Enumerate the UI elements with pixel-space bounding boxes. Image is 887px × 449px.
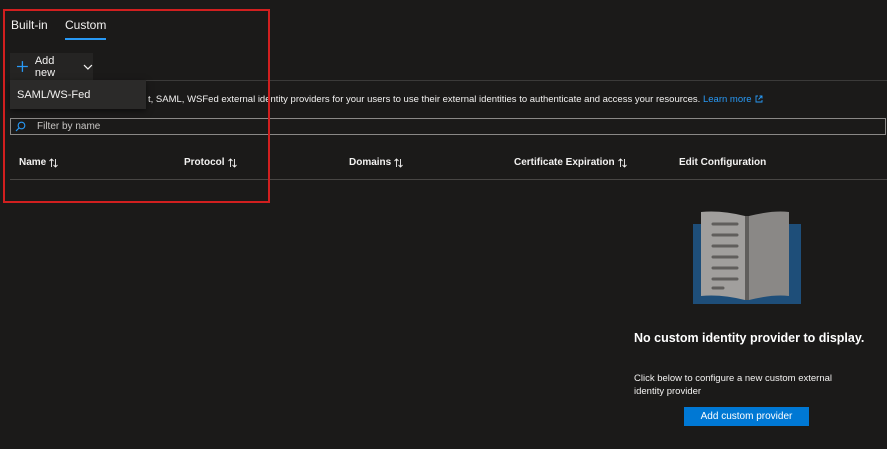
chevron-down-icon xyxy=(83,64,93,70)
tab-custom[interactable]: Custom xyxy=(65,18,107,40)
column-header-domains[interactable]: Domains xyxy=(349,157,404,168)
sort-icon xyxy=(394,157,404,168)
add-custom-provider-button[interactable]: Add custom provider xyxy=(684,407,809,426)
description-text: t, SAML, WSFed external identity provide… xyxy=(148,94,701,105)
identity-providers-page: Built-in Custom Add new SAML/WS-Fed t, S… xyxy=(0,0,887,449)
filter-box xyxy=(10,118,886,135)
page-description: t, SAML, WSFed external identity provide… xyxy=(148,94,763,105)
column-header-protocol[interactable]: Protocol xyxy=(184,157,237,168)
column-header-certificate-expiration[interactable]: Certificate Expiration xyxy=(514,157,627,168)
search-icon xyxy=(15,121,26,132)
column-header-name[interactable]: Name xyxy=(19,157,59,168)
column-label: Edit Configuration xyxy=(679,157,767,168)
learn-more-link[interactable]: Learn more xyxy=(703,94,763,105)
external-link-icon xyxy=(755,95,763,103)
column-label: Protocol xyxy=(184,157,225,168)
column-label: Certificate Expiration xyxy=(514,157,615,168)
sort-icon xyxy=(227,157,237,168)
dropdown-item-saml-ws-fed[interactable]: SAML/WS-Fed xyxy=(10,80,146,109)
table-header-divider xyxy=(10,179,887,180)
learn-more-label: Learn more xyxy=(702,94,752,105)
empty-state-description: Click below to configure a new custom ex… xyxy=(634,373,833,397)
column-label: Domains xyxy=(349,157,392,168)
sort-icon xyxy=(617,157,627,168)
column-header-edit-configuration: Edit Configuration xyxy=(679,157,766,168)
column-label: Name xyxy=(19,157,47,168)
filter-input[interactable] xyxy=(37,121,817,132)
tab-built-in[interactable]: Built-in xyxy=(11,18,48,32)
open-book-icon xyxy=(693,211,801,304)
add-new-button[interactable]: Add new xyxy=(10,53,93,80)
plus-icon xyxy=(16,61,28,72)
sort-icon xyxy=(49,157,59,168)
empty-state-title: No custom identity provider to display. xyxy=(634,331,865,345)
add-new-label: Add new xyxy=(34,54,56,79)
